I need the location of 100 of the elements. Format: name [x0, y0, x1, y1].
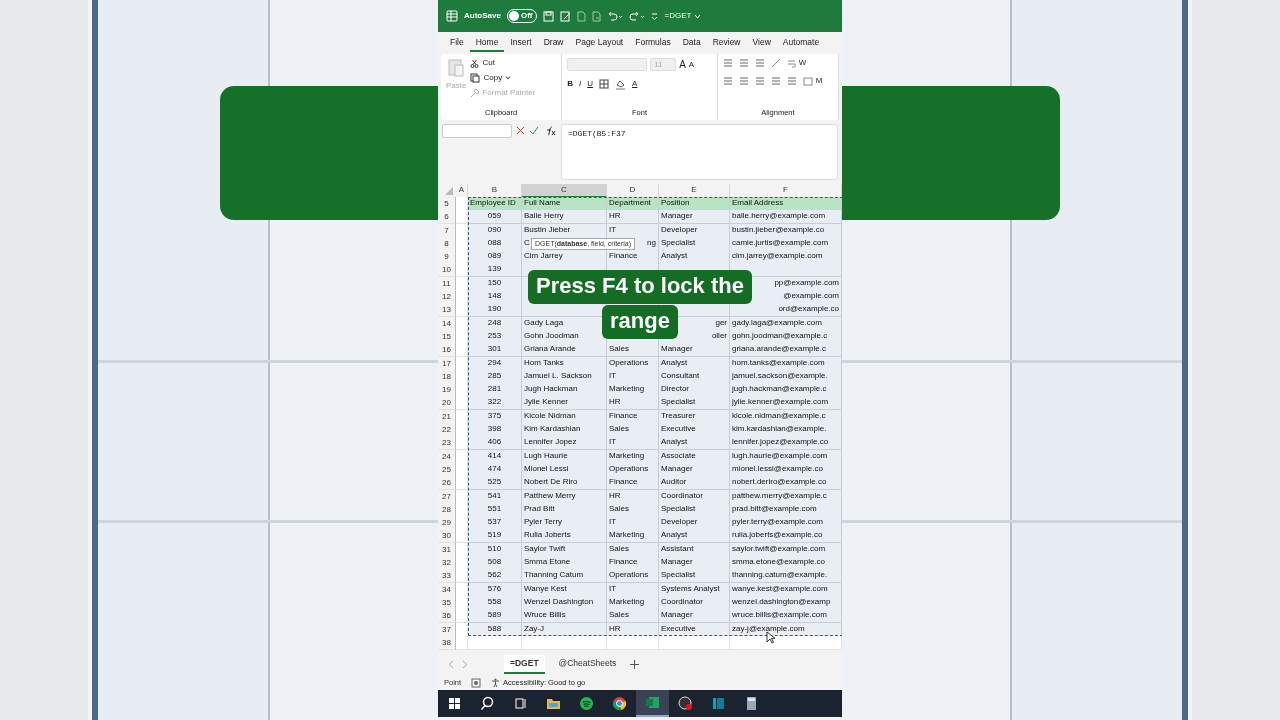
- task-view-icon[interactable]: [513, 696, 528, 712]
- panel-icon[interactable]: [711, 696, 726, 712]
- menu-tab[interactable]: File: [444, 33, 470, 53]
- calculator-icon[interactable]: [744, 696, 759, 712]
- table-cell: HR: [607, 210, 659, 225]
- row-number[interactable]: 10: [438, 263, 456, 278]
- table-cell: IT: [607, 516, 659, 531]
- menu-tab[interactable]: Review: [706, 33, 747, 53]
- table-cell: Finance: [607, 556, 659, 570]
- menu-tab[interactable]: View: [746, 33, 777, 53]
- row-number[interactable]: 19: [438, 383, 456, 398]
- table-cell: Wruce Billis: [522, 609, 607, 624]
- customize-icon[interactable]: [651, 12, 659, 20]
- table-cell: rulia.joberts@example.co: [730, 529, 842, 544]
- table-cell: 406: [468, 436, 522, 451]
- column-header[interactable]: C: [522, 184, 607, 198]
- table-cell: 537: [468, 516, 522, 531]
- round-app-icon[interactable]: [579, 696, 594, 712]
- menu-tab[interactable]: Insert: [504, 33, 538, 53]
- table-cell: Lennifer Jopez: [522, 436, 607, 451]
- font-name-field[interactable]: [567, 58, 648, 71]
- row-number[interactable]: 20: [438, 396, 456, 411]
- orientation-icon[interactable]: [770, 58, 781, 68]
- table-cell: Specialist: [659, 396, 730, 411]
- table-cell: IT: [607, 436, 659, 451]
- table-cell: kim.kardashian@example.: [730, 423, 842, 438]
- row-number[interactable]: 5: [438, 197, 456, 211]
- table-cell: Nobert De Riro: [522, 476, 607, 491]
- table-cell: Smma Etone: [522, 556, 607, 570]
- table-cell: Marketing: [607, 383, 659, 398]
- row-number[interactable]: 22: [438, 423, 456, 438]
- table-cell: jugh.hackman@example.c: [730, 383, 842, 398]
- table-cell: griana.arande@example.c: [730, 343, 842, 358]
- merge-button[interactable]: M: [802, 75, 823, 87]
- cancel-icon[interactable]: [516, 126, 525, 135]
- menu-tab[interactable]: Automate: [776, 33, 826, 53]
- pencil-document-icon[interactable]: [560, 10, 572, 22]
- cut-button[interactable]: Cut: [470, 57, 536, 69]
- row-number[interactable]: 12: [438, 290, 456, 305]
- table-cell: Jylie Kenner: [522, 396, 607, 411]
- table-cell: Pyler Terry: [522, 516, 607, 531]
- scissors-icon: [470, 58, 480, 68]
- row-number[interactable]: 6: [438, 210, 456, 225]
- grow-font-button[interactable]: A: [679, 57, 686, 72]
- sheet-tab[interactable]: =DGET: [504, 655, 545, 674]
- folder-icon[interactable]: [546, 696, 561, 712]
- menu-tab[interactable]: Draw: [537, 33, 570, 53]
- table-cell: Operations: [607, 569, 659, 584]
- browser-icon[interactable]: [612, 696, 627, 712]
- spreadsheet-icon[interactable]: [645, 695, 660, 711]
- underline-button[interactable]: U: [587, 78, 593, 90]
- menu-tab[interactable]: Formulas: [629, 33, 677, 53]
- macro-icon[interactable]: [471, 677, 482, 688]
- row-number[interactable]: 16: [438, 343, 456, 358]
- copy-button[interactable]: Copy: [470, 72, 536, 84]
- row-number[interactable]: 26: [438, 476, 456, 491]
- column-heading: Position: [659, 197, 730, 211]
- table-cell: Balle Herry: [522, 210, 607, 225]
- check-icon[interactable]: [529, 126, 539, 135]
- search-icon[interactable]: [480, 696, 495, 712]
- table-cell: Finance: [607, 476, 659, 491]
- italic-button[interactable]: I: [578, 78, 582, 90]
- row-number[interactable]: 33: [438, 569, 456, 584]
- table-cell: Analyst: [659, 436, 730, 451]
- menu-tab[interactable]: Home: [469, 33, 505, 53]
- menu-tab[interactable]: Data: [676, 33, 707, 53]
- file-name-button[interactable]: =DGET: [664, 10, 702, 22]
- menu-tab[interactable]: Page Layout: [569, 33, 630, 53]
- borders-icon[interactable]: [599, 79, 609, 89]
- table-cell: balle.herry@example.com: [730, 210, 842, 225]
- shrink-font-button[interactable]: A: [688, 58, 695, 71]
- column-heading: Department: [607, 197, 659, 211]
- sheet-tab[interactable]: @CheatSheets: [552, 655, 623, 674]
- clipboard-icon: [448, 57, 465, 77]
- redo-icon[interactable]: [629, 10, 646, 22]
- wrap-icon: [786, 58, 796, 68]
- formula-field[interactable]: =DGET(B5:F37: [561, 124, 838, 180]
- row-number[interactable]: 23: [438, 436, 456, 451]
- table-cell: Sales: [607, 609, 659, 624]
- row-number[interactable]: 29: [438, 516, 456, 531]
- row-number[interactable]: 13: [438, 303, 456, 318]
- save-icon[interactable]: [543, 10, 555, 22]
- table-cell: 089: [468, 250, 522, 265]
- table-cell: Manager: [659, 556, 730, 570]
- windows-icon[interactable]: [447, 696, 462, 712]
- row-number[interactable]: 9: [438, 250, 456, 265]
- caption-text: range: [602, 305, 678, 339]
- wrap-text-button[interactable]: W: [786, 57, 807, 69]
- undo-icon[interactable]: [607, 10, 624, 22]
- bold-button[interactable]: B: [567, 78, 573, 90]
- font-color-button[interactable]: A: [632, 78, 638, 90]
- row-number[interactable]: 30: [438, 529, 456, 544]
- table-cell: 589: [468, 609, 522, 624]
- add-icon[interactable]: [630, 660, 640, 670]
- row-number[interactable]: 32: [438, 556, 456, 570]
- table-cell: 139: [468, 263, 522, 278]
- row-number[interactable]: 36: [438, 609, 456, 624]
- fill-color-icon[interactable]: [615, 78, 626, 90]
- table-cell: Analyst: [659, 250, 730, 265]
- record-icon[interactable]: [678, 696, 693, 712]
